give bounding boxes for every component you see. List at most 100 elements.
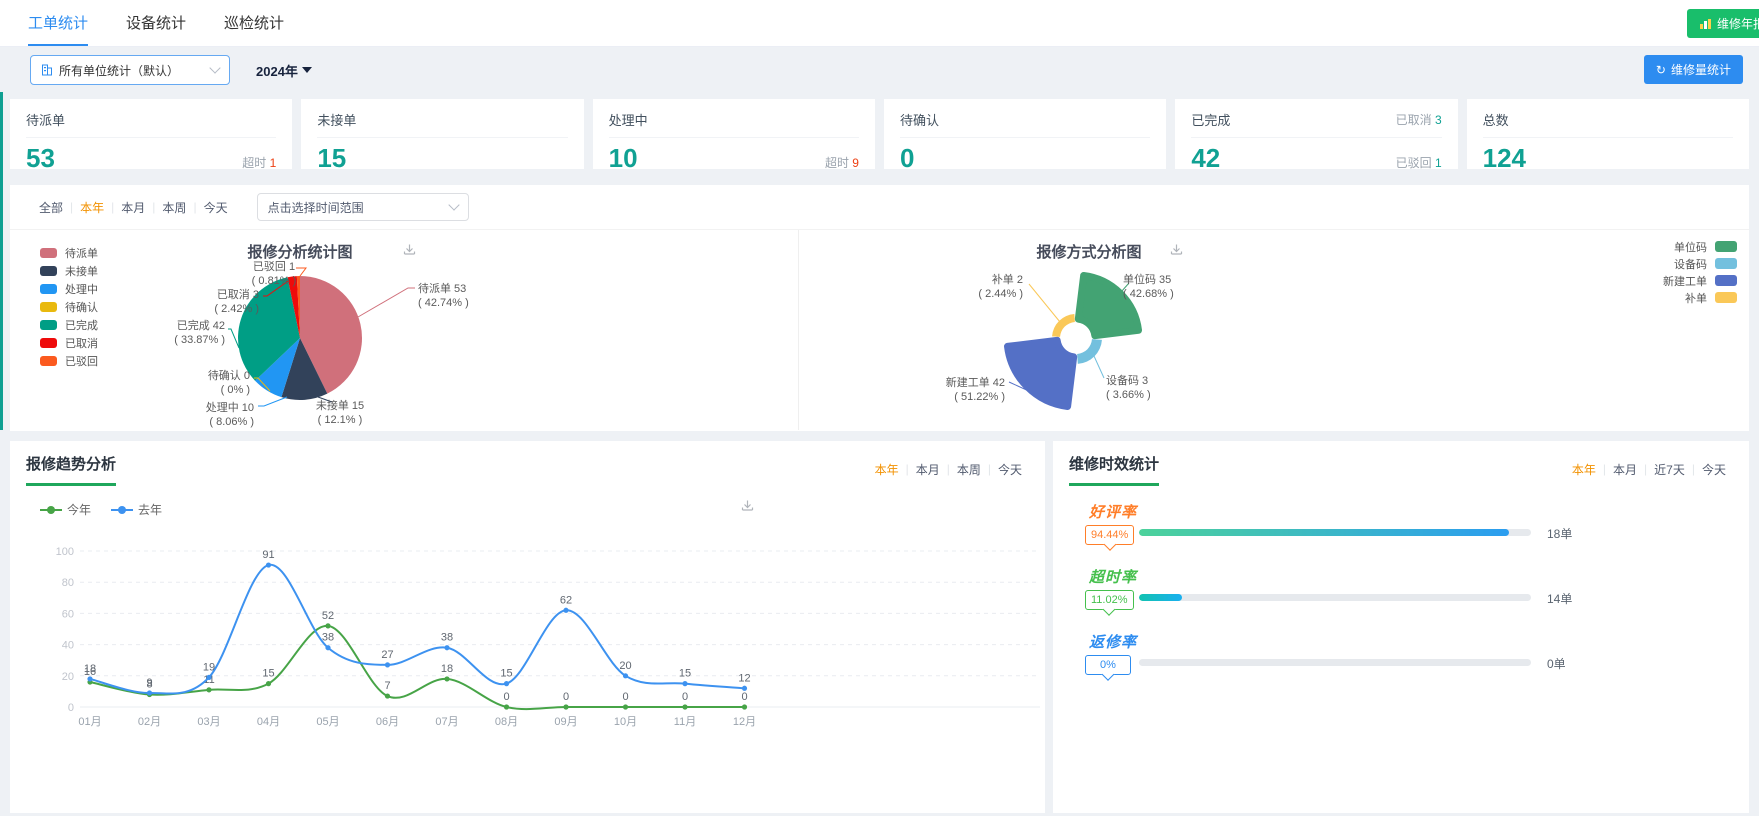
filter-bar: 所有单位统计（默认） 2024年 ↻ 维修量统计 [0,47,1759,93]
data-point[interactable] [503,704,510,710]
data-point[interactable] [206,687,212,693]
y-axis-tick: 40 [62,640,74,652]
year-select[interactable]: 2024年 [256,61,312,80]
legend-item[interactable]: 已完成 [40,316,98,334]
data-point[interactable] [503,681,510,687]
series-line[interactable] [89,564,745,695]
data-point[interactable] [741,704,748,710]
data-point[interactable] [325,645,331,651]
legend-line-marker [111,505,134,514]
legend-item[interactable]: 补单 [1663,289,1737,306]
filter-tab[interactable]: 全部 [32,199,70,216]
filter-tab[interactable]: 本月 [114,199,152,216]
card-value: 42 [1191,143,1221,173]
legend-item[interactable]: 处理中 [40,280,98,298]
data-point[interactable] [265,562,272,568]
main-tab[interactable]: 工单统计 [28,0,89,46]
annual-report-button[interactable]: 维修年报 [1686,9,1759,38]
series-line[interactable] [89,624,745,711]
volume-stat-button[interactable]: ↻ 维修量统计 [1643,55,1743,84]
main-tabs: 工单统计 设备统计 巡检统计 [28,0,322,46]
legend-swatch [1715,258,1737,269]
data-point[interactable] [384,693,391,699]
legend-item[interactable]: 单位码 [1663,238,1737,255]
pie-label: ( 8.06% ) [209,416,254,428]
filter-tab[interactable]: 本月 [1606,461,1644,478]
annual-report-label: 维修年报 [1716,17,1759,31]
legend-item[interactable]: 待确认 [40,298,98,316]
legend-item[interactable]: 新建工单 [1663,272,1737,289]
legend-item[interactable]: 已驳回 [40,352,98,370]
legend-item[interactable]: 未接单 [40,262,98,280]
filter-tab[interactable]: 今天 [197,199,235,216]
series-legend-item[interactable]: 去年 [111,501,162,518]
filter-tab[interactable]: 本年 [868,461,906,478]
data-point[interactable] [444,676,450,682]
metric-count: 18单 [1547,527,1573,541]
filter-tab[interactable]: 本月 [909,461,947,478]
filter-tab[interactable]: 本周 [155,199,193,216]
metric-row-positive-rate: 好评率 94.44% 18单 [1069,501,1733,566]
main-tab[interactable]: 巡检统计 [224,0,284,46]
data-point[interactable] [146,690,153,696]
data-point[interactable] [682,681,688,687]
filter-tab[interactable]: 本年 [73,199,111,216]
unit-select[interactable]: 所有单位统计（默认） [30,55,230,85]
legend-item[interactable]: 已取消 [40,334,98,352]
data-point[interactable] [444,645,450,651]
data-point[interactable] [325,623,331,629]
data-point[interactable] [87,676,93,682]
data-point[interactable] [563,607,569,613]
filter-tab[interactable]: 今天 [1695,461,1733,478]
filter-tab[interactable]: 本周 [950,461,988,478]
pie-charts-row: 报修分析统计图 待派单 未接单 处理中 待确认 已完成 已取消 已驳回 待派单 53( 42… [10,230,1749,430]
data-point[interactable] [622,704,629,710]
pie-label: ( 12.1% ) [318,414,363,426]
data-point[interactable] [384,662,391,668]
legend-label: 未接单 [65,266,98,278]
panel-title: 报修趋势分析 [26,453,117,486]
filter-tab[interactable]: 本年 [1565,461,1603,478]
data-point[interactable] [206,674,212,680]
trend-line-chart: 0 20 40 60 80 100 01月 02月 03月 04月 05月 06月 07月 08月 09月 1… [56,546,1040,728]
date-range-select[interactable]: 点击选择时间范围 [256,193,469,221]
card-label: 总数 [1482,113,1509,128]
y-axis-tick: 20 [62,671,74,683]
main-tab[interactable]: 设备统计 [126,0,186,46]
data-point-label: 12 [738,672,750,684]
series-legend-item[interactable]: 今年 [40,501,91,518]
pie-label: ( 51.22% ) [954,391,1005,403]
efficiency-tabs: 本年 | 本月 | 近7天 | 今天 [1565,461,1733,478]
x-axis-tick: 07月 [435,716,458,728]
legend-item[interactable]: 设备码 [1663,255,1737,272]
data-point-label: 0 [682,691,688,703]
rose-petal[interactable] [1004,336,1078,410]
data-point[interactable] [682,704,688,710]
data-point[interactable] [265,681,272,687]
rose-petal[interactable] [1052,314,1075,337]
data-point-label: 27 [381,649,393,661]
data-point[interactable] [622,673,629,679]
card-side-info: 已驳回 1 [1395,156,1442,170]
pie-label: 待派单 53 [418,281,466,295]
pie-label: 已取消 3 [217,287,259,301]
data-point[interactable] [563,704,569,710]
repair-method-chart-area: 报修方式分析图 单位码 设备码 新建工单 补单 单位码 35 ( 42.68% ) 设备码… [798,230,1757,430]
card-side-info: 超时 9 [824,156,859,170]
download-icon[interactable] [1169,243,1184,258]
legend-label: 设备码 [1674,258,1707,271]
stat-card-pending-confirm: 待确认 0 [883,99,1167,171]
download-icon[interactable] [740,499,755,514]
filter-tab[interactable]: 今天 [991,461,1029,478]
download-icon[interactable] [402,243,417,258]
data-point-label: 18 [441,663,453,675]
rose-petal[interactable] [1077,339,1102,364]
data-point[interactable] [741,685,748,691]
legend-swatch [40,338,57,348]
pie-label: ( 2.44% ) [978,288,1023,300]
y-axis-tick: 0 [68,702,74,714]
stat-card-total: 总数 124 [1466,99,1749,171]
filter-tab[interactable]: 近7天 [1647,461,1692,478]
legend-item[interactable]: 待派单 [40,244,98,262]
chevron-down-icon [209,62,221,74]
